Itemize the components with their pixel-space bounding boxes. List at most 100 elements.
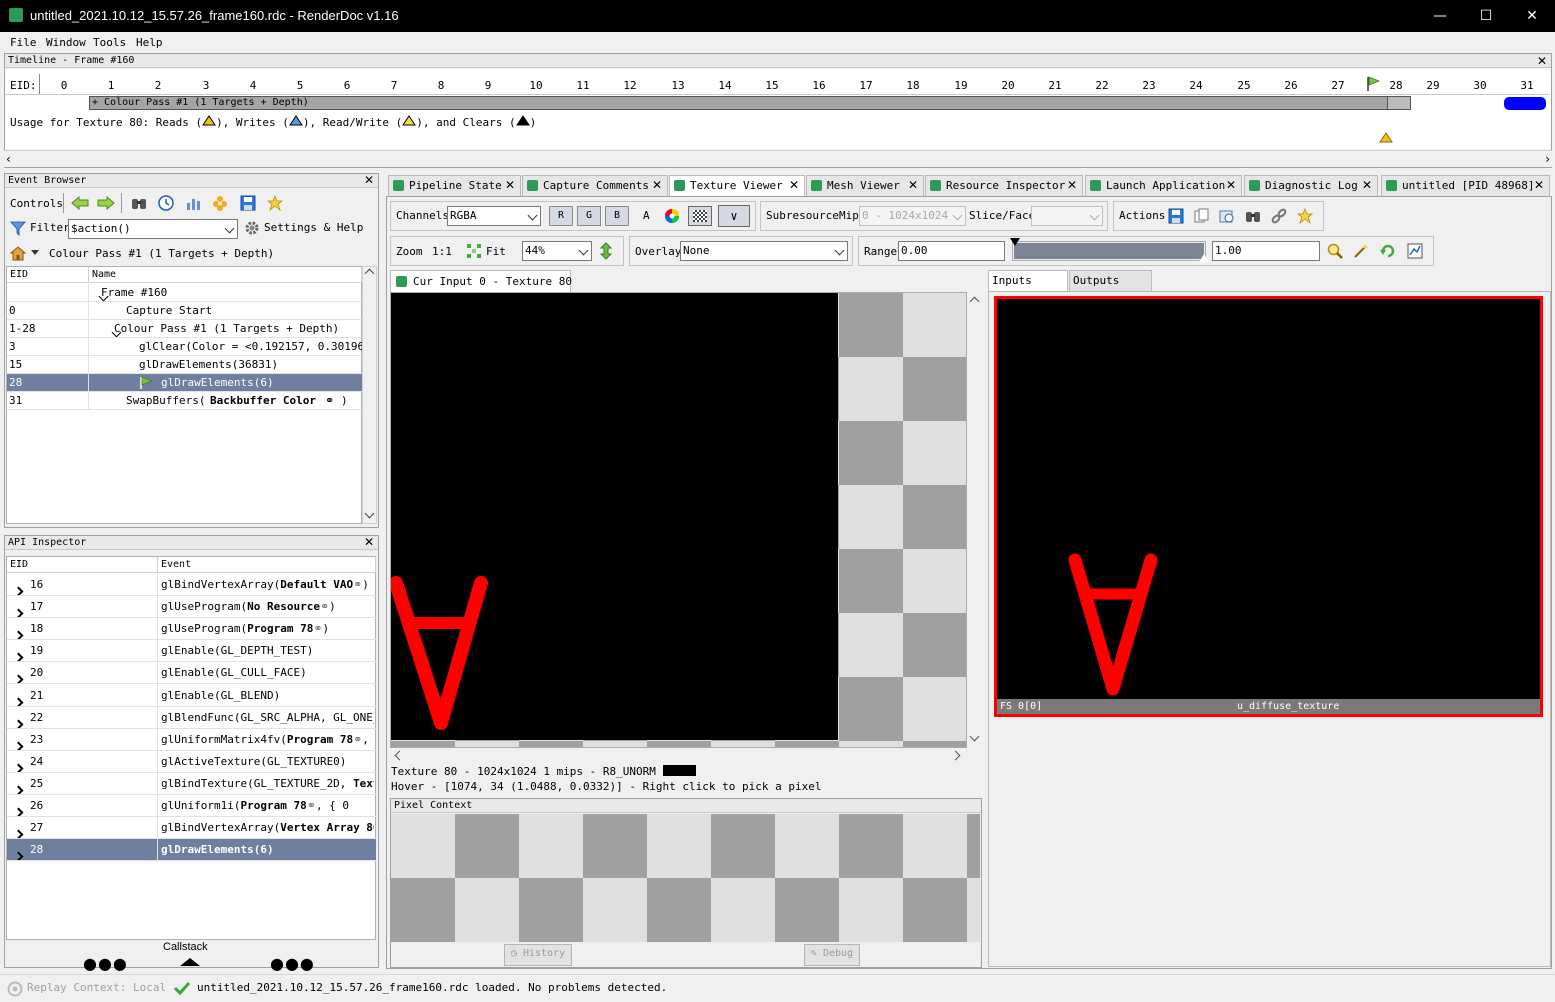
texture-vscrollbar[interactable]	[967, 292, 982, 748]
scroll-down-icon[interactable]	[364, 508, 375, 519]
api-call-resource[interactable]: Vertex Array 86	[280, 821, 374, 834]
debug-button[interactable]: ✎ Debug	[804, 944, 860, 966]
resource-link-icon[interactable]: ⚭	[307, 799, 316, 812]
api-call-resource[interactable]: Textu	[353, 777, 374, 790]
api-call-resource[interactable]: Default VAO	[280, 578, 353, 591]
api-call-row[interactable]: 27 glBindVertexArray(Vertex Array 86	[7, 817, 376, 839]
channels-dropdown-icon[interactable]	[527, 210, 538, 221]
resource-link-icon[interactable]: ⚭	[325, 392, 334, 410]
expand-chevron-icon[interactable]	[13, 802, 24, 816]
timeline-tick[interactable]: 14	[713, 79, 737, 92]
event-col-name[interactable]: Name	[89, 267, 362, 283]
zoom-magnifier-icon[interactable]	[1327, 243, 1343, 259]
close-tab-icon[interactable]: ✕	[1226, 176, 1236, 195]
event-row[interactable]: 28 glDrawElements(6)	[7, 374, 362, 392]
save-disk-icon[interactable]	[240, 195, 256, 211]
timeline-tick[interactable]: 15	[760, 79, 784, 92]
resource-link-icon[interactable]: ⚭	[353, 733, 362, 746]
event-row[interactable]: 15 glDrawElements(36831)	[7, 356, 362, 374]
timeline-tick[interactable]: 12	[618, 79, 642, 92]
tab-cur-input-0[interactable]: Cur Input 0 - Texture 80	[390, 270, 572, 292]
timeline-tick[interactable]: 2	[146, 79, 170, 92]
menu-tools[interactable]: Tools	[93, 36, 126, 49]
timeline-tick[interactable]: 27	[1326, 79, 1350, 92]
breadcrumb[interactable]: Colour Pass #1 (1 Targets + Depth)	[49, 247, 274, 260]
api-call-row[interactable]: 21 glEnable(GL_BLEND)	[7, 685, 376, 706]
event-col-eid[interactable]: EID	[7, 267, 89, 283]
timeline-tick[interactable]: 18	[901, 79, 925, 92]
reset-range-icon[interactable]	[1380, 243, 1396, 259]
timeline-tick[interactable]: 13	[666, 79, 690, 92]
replay-context-label[interactable]: Replay Context: Local	[27, 981, 166, 994]
channel-options-button[interactable]: ∨	[718, 205, 750, 227]
auto-fit-wand-icon[interactable]	[1353, 243, 1369, 259]
timeline-tick[interactable]: 19	[949, 79, 973, 92]
expand-chevron-icon[interactable]	[13, 736, 24, 750]
api-call-row[interactable]: 25 glBindTexture(GL_TEXTURE_2D, Textu	[7, 773, 376, 794]
menu-file[interactable]: File	[10, 36, 37, 49]
scroll-left-icon[interactable]: ‹	[6, 152, 11, 166]
close-tab-icon[interactable]: ✕	[1067, 176, 1077, 195]
channel-r-toggle[interactable]: R	[549, 206, 573, 226]
close-tab-icon[interactable]: ✕	[505, 176, 515, 195]
tab-texture-viewer[interactable]: Texture Viewer ✕	[669, 175, 805, 196]
timeline-tick[interactable]: 31	[1515, 79, 1539, 92]
api-call-row[interactable]: 26 glUniform1i(Program 78⚭, { 0	[7, 795, 376, 816]
tab-capture-comments[interactable]: Capture Comments ✕	[522, 175, 668, 196]
expand-chevron-icon[interactable]	[13, 603, 24, 618]
api-col-eid[interactable]: EID	[7, 557, 158, 573]
close-api-inspector-icon[interactable]: ✕	[364, 536, 374, 549]
api-call-row[interactable]: 23 glUniformMatrix4fv(Program 78⚭,	[7, 729, 376, 750]
expand-chevron-icon[interactable]	[13, 669, 24, 684]
range-max-handle[interactable]	[1199, 254, 1209, 262]
timeline-tick[interactable]: 4	[241, 79, 265, 92]
timeline-tick[interactable]: 0	[52, 79, 76, 92]
history-button[interactable]: ◷ History	[504, 944, 572, 966]
color-wheel-icon[interactable]	[664, 208, 680, 224]
api-call-resource[interactable]: Program 78	[240, 799, 306, 812]
close-tab-icon[interactable]: ✕	[1534, 176, 1544, 195]
api-call-row[interactable]: 24 glActiveTexture(GL_TEXTURE0)	[7, 751, 376, 772]
tab-outputs[interactable]: Outputs	[1069, 270, 1152, 291]
menu-help[interactable]: Help	[136, 36, 163, 49]
tab-mesh-viewer[interactable]: Mesh Viewer ✕	[806, 175, 924, 196]
input-thumbnail-selected[interactable]: FS 0[0] u_diffuse_texture	[994, 296, 1543, 717]
expand-chevron-icon[interactable]	[13, 758, 24, 772]
texture-scroll-left-icon[interactable]	[394, 750, 405, 761]
range-min-handle[interactable]	[1010, 238, 1020, 246]
timeline-tick[interactable]: 22	[1090, 79, 1114, 92]
api-call-resource[interactable]: Program 78	[287, 733, 353, 746]
menu-window[interactable]: Window	[46, 36, 86, 49]
zoom-1to1-button[interactable]: 1:1	[432, 245, 452, 258]
channel-b-toggle[interactable]: B	[605, 206, 629, 226]
close-tab-icon[interactable]: ✕	[1362, 176, 1372, 195]
timeline-tick[interactable]: 10	[524, 79, 548, 92]
api-call-row[interactable]: 19 glEnable(GL_DEPTH_TEST)	[7, 640, 376, 662]
bookmark-flower-icon[interactable]	[212, 195, 228, 211]
fit-button[interactable]: Fit	[486, 245, 506, 258]
timeline-tick[interactable]: 7	[382, 79, 406, 92]
flip-vertical-icon[interactable]	[598, 242, 614, 260]
timeline-tick[interactable]: 3	[194, 79, 218, 92]
maximize-button[interactable]: ☐	[1463, 0, 1509, 32]
resource-link-icon[interactable]: ⚭	[320, 600, 329, 613]
timeline-tick[interactable]: 24	[1184, 79, 1208, 92]
tab-resource-inspector[interactable]: Resource Inspector ✕	[925, 175, 1083, 196]
timeline-tick[interactable]: 8	[429, 79, 453, 92]
event-row[interactable]: 1-28 Colour Pass #1 (1 Targets + Depth)	[7, 320, 362, 338]
expand-chevron-icon[interactable]	[13, 625, 24, 640]
timeline-tick[interactable]: 1	[99, 79, 123, 92]
timeline-tick[interactable]: 20	[996, 79, 1020, 92]
timeline-tick[interactable]: 23	[1137, 79, 1161, 92]
scroll-right-icon[interactable]: ›	[1545, 152, 1550, 166]
timeline-tick[interactable]: 5	[288, 79, 312, 92]
resource-link-icon[interactable]: ⚭	[313, 622, 322, 635]
minimize-button[interactable]: —	[1417, 0, 1463, 32]
tab-pipeline-state[interactable]: Pipeline State ✕	[388, 175, 521, 196]
timeline-tick[interactable]: 25	[1232, 79, 1256, 92]
mip-select[interactable]: 0 - 1024x1024	[859, 206, 966, 226]
channel-g-toggle[interactable]: G	[577, 206, 601, 226]
timing-clock-icon[interactable]	[158, 195, 174, 211]
expand-chevron-icon[interactable]	[98, 288, 109, 302]
tab-diagnostic-log[interactable]: Diagnostic Log ✕	[1244, 175, 1378, 196]
